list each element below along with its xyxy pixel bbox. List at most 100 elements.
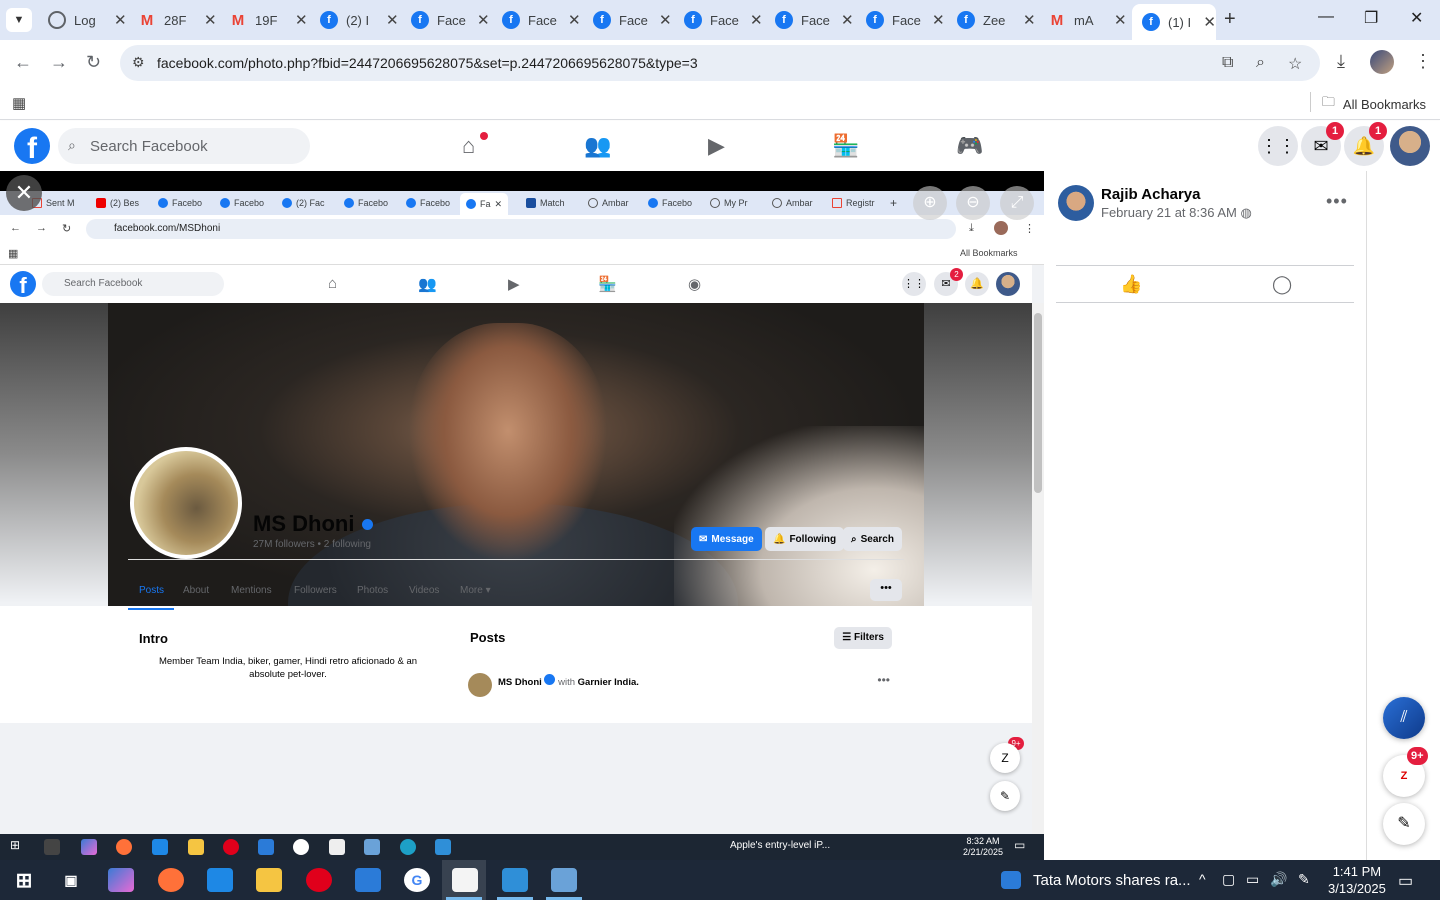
account-avatar[interactable] (1390, 126, 1430, 166)
close-icon[interactable]: ✕ (568, 11, 581, 29)
messenger-icon: ✉ (699, 533, 708, 545)
meet-now-icon[interactable]: ▢ (1222, 871, 1235, 888)
tab-2[interactable]: M 19F ✕ (219, 6, 308, 34)
bookmark-star-icon[interactable]: ☆ (1288, 54, 1302, 74)
site-info-icon[interactable]: ⚙ (132, 54, 145, 71)
tab-10[interactable]: f Zee ✕ (947, 6, 1036, 34)
compose-message-button[interactable]: ✎ (1383, 803, 1425, 845)
video-icon: ▶ (508, 276, 520, 293)
author-avatar[interactable] (1058, 185, 1094, 221)
reload-icon: ↻ (62, 223, 72, 235)
network-icon[interactable]: ▭ (1246, 871, 1259, 888)
zoom-out-button[interactable]: ⊖ (956, 186, 990, 220)
system-clock[interactable]: 1:41 PM 3/13/2025 (1328, 863, 1386, 897)
tab-mentions: Mentions (231, 585, 272, 596)
forward-button[interactable]: → (50, 52, 68, 73)
tab-1[interactable]: M 28F ✕ (128, 6, 217, 34)
tab-4[interactable]: f Face ✕ (401, 6, 490, 34)
tab-7[interactable]: f Face ✕ (674, 6, 763, 34)
tab-search-button[interactable]: ▼ (6, 8, 32, 32)
groups-icon: ◉ (688, 276, 702, 293)
fullscreen-button[interactable]: ⤢ (1000, 186, 1034, 220)
post-options-button[interactable]: ••• (1326, 191, 1348, 212)
install-app-icon[interactable]: ⧉ (1222, 54, 1233, 72)
firefox-icon[interactable] (158, 868, 184, 892)
back-button[interactable]: ← (14, 52, 32, 73)
close-icon[interactable]: ✕ (477, 11, 490, 29)
comment-icon[interactable]: ◯ (1272, 274, 1292, 295)
chrome-icon[interactable]: G (404, 868, 430, 892)
remote-desktop-icon[interactable] (207, 868, 233, 892)
address-bar[interactable]: ⚙ facebook.com/photo.php?fbid=2447206695… (120, 45, 1320, 81)
close-icon[interactable]: ✕ (932, 11, 945, 29)
close-icon[interactable]: ✕ (1023, 11, 1036, 29)
zoom-icon[interactable]: ⌕ (1256, 54, 1265, 72)
menu-icon[interactable]: ⋮ (1414, 51, 1432, 72)
close-icon[interactable]: ✕ (295, 11, 308, 29)
inner-taskbar: ⊞ Apple's entry-level iP... 8:32 AM 2/21/… (0, 834, 1044, 860)
facebook-logo[interactable]: f (14, 128, 50, 164)
close-icon[interactable]: ✕ (1114, 11, 1127, 29)
close-icon[interactable]: ✕ (750, 11, 763, 29)
tab-9[interactable]: f Face ✕ (856, 6, 945, 34)
close-icon[interactable]: ✕ (841, 11, 854, 29)
windows-start-icon[interactable]: ⊞ (11, 868, 37, 892)
home-icon[interactable]: ⌂ (462, 133, 475, 159)
zoom-in-button[interactable]: ⊕ (913, 186, 947, 220)
close-icon[interactable]: ✕ (114, 11, 127, 29)
file-explorer-icon[interactable] (256, 868, 282, 892)
restore-button[interactable]: ❐ (1364, 8, 1378, 28)
volume-icon[interactable]: 🔊 (1270, 871, 1287, 888)
snipping-tool-icon[interactable] (551, 868, 577, 892)
tab-0[interactable]: Log ✕ (38, 6, 127, 34)
compose-icon: ✎ (1397, 815, 1411, 832)
facebook-search[interactable]: ⌕ Search Facebook (58, 128, 310, 164)
tab-12-active[interactable]: f (1) I ✕ (1132, 4, 1216, 40)
gaming-icon[interactable]: 🎮 (956, 133, 983, 159)
facebook-icon (648, 198, 658, 208)
new-tab-button[interactable]: + (1224, 8, 1236, 31)
post-date[interactable]: February 21 at 8:36 AM ◍ (1101, 205, 1252, 221)
photo-details-panel: Rajib Acharya February 21 at 8:36 AM ◍ •… (1044, 171, 1366, 860)
profile-avatar[interactable] (1370, 50, 1394, 74)
close-icon[interactable]: ✕ (659, 11, 672, 29)
close-icon[interactable]: ✕ (204, 11, 217, 29)
copilot-icon[interactable] (108, 868, 134, 892)
minimize-button[interactable]: — (1318, 8, 1334, 26)
task-view-icon[interactable]: ▣ (58, 868, 84, 892)
news-widget[interactable]: Tata Motors shares ra... (1033, 872, 1191, 889)
tab-3[interactable]: f (2) I ✕ (310, 6, 399, 34)
like-icon[interactable]: 👍 (1120, 274, 1142, 295)
notification-center-icon[interactable]: ▭ (1398, 871, 1413, 891)
avatar (994, 221, 1008, 235)
download-icon[interactable]: ⤓ (1337, 51, 1345, 72)
author-name[interactable]: Rajib Acharya (1101, 186, 1201, 203)
marketplace-icon[interactable]: 🏪 (832, 133, 859, 159)
copilot-icon (81, 839, 97, 855)
close-icon[interactable]: ✕ (1203, 13, 1216, 31)
tab-5[interactable]: f Face ✕ (492, 6, 581, 34)
tab-11[interactable]: MmA ✕ (1038, 6, 1127, 34)
tab-6[interactable]: f Face ✕ (583, 6, 672, 34)
video-icon[interactable]: ▶ (708, 133, 725, 159)
remote-icon (152, 839, 168, 855)
menu-grid-button[interactable]: ⋮⋮ (1258, 126, 1298, 166)
message-button: ✉ Message (691, 527, 762, 551)
reload-button[interactable]: ↻ (86, 52, 101, 73)
all-bookmarks-button[interactable]: 🗀 All Bookmarks (1322, 93, 1426, 115)
window-close-button[interactable]: ✕ (1410, 8, 1423, 28)
opera-icon[interactable] (306, 868, 332, 892)
apps-grid-icon[interactable]: ▦ (12, 94, 26, 112)
close-icon[interactable]: ✕ (386, 11, 399, 29)
tab-8[interactable]: f Face ✕ (765, 6, 854, 34)
microsoft-store-icon[interactable] (355, 868, 381, 892)
chevron-up-icon[interactable]: ^ (1199, 871, 1206, 887)
friends-icon[interactable]: 👥 (584, 133, 611, 159)
icc-app-icon[interactable]: ⫽ (1383, 697, 1425, 739)
news-widget-icon[interactable] (1001, 871, 1021, 889)
pen-icon[interactable]: ✎ (1298, 871, 1310, 888)
notepad-icon[interactable] (452, 868, 478, 892)
close-viewer-button[interactable]: ✕ (6, 175, 42, 211)
photos-icon[interactable] (502, 868, 528, 892)
posts-header: Posts ☰ Filters (458, 621, 902, 655)
